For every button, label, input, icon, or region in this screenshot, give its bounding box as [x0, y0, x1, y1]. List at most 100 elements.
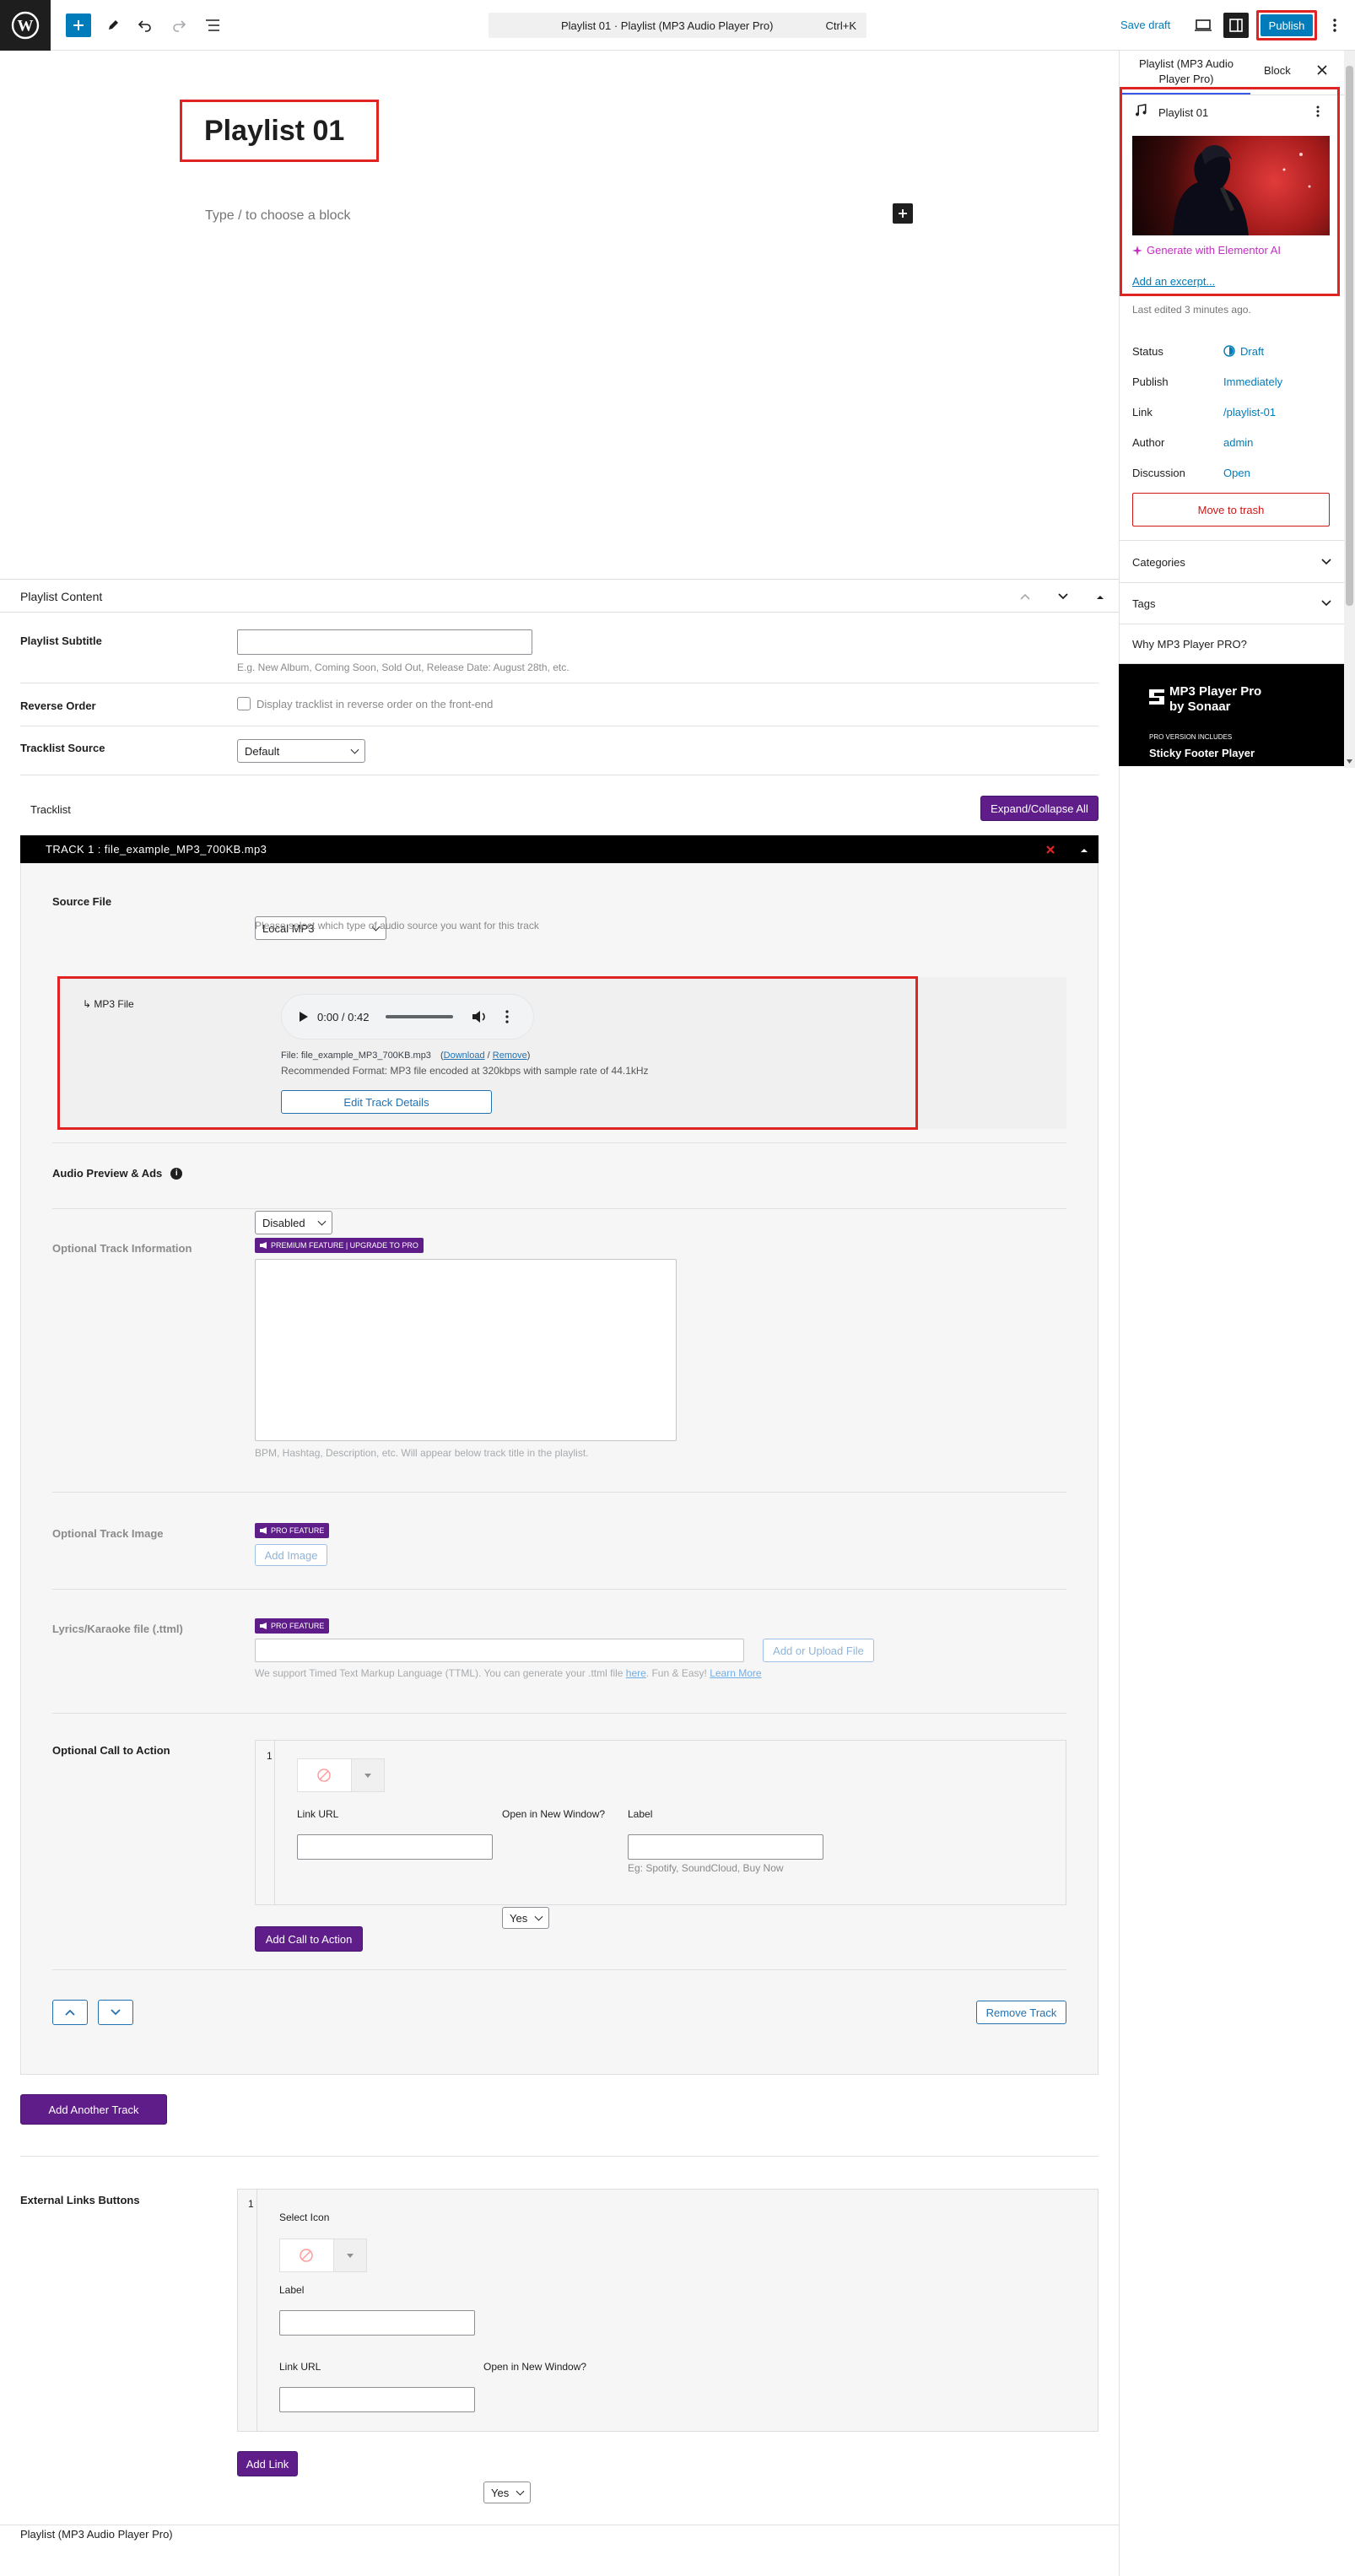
separator: / — [484, 1050, 493, 1061]
featured-image[interactable] — [1132, 136, 1330, 235]
more-options-icon[interactable] — [1326, 14, 1343, 37]
move-up-icon[interactable] — [1017, 588, 1034, 605]
premium-feature-badge[interactable]: PREMIUM FEATURE | UPGRADE TO PRO — [255, 1238, 424, 1253]
audio-player[interactable]: 0:00 / 0:42 — [281, 994, 534, 1040]
audio-preview-select[interactable]: Disabled — [255, 1211, 332, 1234]
settings-sidebar-toggle-icon[interactable] — [1223, 13, 1249, 38]
inserter-plus-icon[interactable] — [893, 203, 913, 224]
divider — [52, 1589, 1066, 1590]
cta-link-url-input[interactable] — [297, 1834, 493, 1860]
learn-more-link[interactable]: Learn More — [710, 1667, 761, 1679]
tab-block[interactable]: Block — [1264, 64, 1291, 77]
seek-bar[interactable] — [386, 1015, 454, 1018]
play-icon[interactable] — [299, 1011, 309, 1023]
sidebar-scroll-thumb[interactable] — [1346, 66, 1353, 606]
link-value[interactable]: /playlist-01 — [1223, 406, 1276, 419]
collapse-track-icon[interactable] — [1077, 842, 1092, 857]
block-placeholder[interactable]: Type / to choose a block — [205, 208, 351, 224]
promo-brand-line2: by Sonaar — [1169, 699, 1231, 714]
delete-track-icon[interactable] — [1043, 842, 1058, 857]
cta-label-input[interactable] — [628, 1834, 823, 1860]
track-header-bar[interactable]: TRACK 1 : file_example_MP3_700KB.mp3 — [20, 835, 1099, 863]
add-image-button[interactable]: Add Image — [255, 1544, 327, 1566]
expand-collapse-all-button[interactable]: Expand/Collapse All — [980, 796, 1099, 821]
track-info-textarea[interactable] — [255, 1259, 677, 1441]
preview-icon[interactable] — [1191, 14, 1215, 37]
mp3-pro-promo[interactable]: MP3 Player Pro by Sonaar PRO VERSION INC… — [1119, 664, 1344, 766]
track-move-up-button[interactable] — [52, 2000, 88, 2025]
author-value[interactable]: admin — [1223, 436, 1253, 449]
ext-link-url-input[interactable] — [279, 2387, 475, 2412]
status-value[interactable]: Draft — [1223, 345, 1264, 358]
ext-new-window-select[interactable]: Yes — [483, 2481, 531, 2503]
megaphone-icon — [260, 1527, 267, 1534]
track-move-down-button[interactable] — [98, 2000, 133, 2025]
move-to-trash-button[interactable]: Move to trash — [1132, 493, 1330, 527]
tracklist-source-label: Tracklist Source — [20, 742, 105, 754]
close-sidebar-icon[interactable] — [1313, 61, 1331, 79]
cta-new-window-select[interactable]: Yes — [502, 1907, 549, 1929]
add-another-track-button[interactable]: Add Another Track — [20, 2094, 167, 2125]
move-down-icon[interactable] — [1055, 588, 1072, 605]
info-icon[interactable]: i — [170, 1167, 183, 1180]
remove-link[interactable]: Remove — [493, 1050, 527, 1061]
publish-button[interactable]: Publish — [1261, 14, 1313, 36]
post-title[interactable]: Playlist 01 — [204, 115, 344, 148]
here-link[interactable]: here — [626, 1667, 646, 1679]
document-overview-icon[interactable] — [201, 14, 224, 37]
wordpress-logo-icon[interactable]: W — [0, 0, 51, 51]
megaphone-icon — [260, 1623, 267, 1629]
kebab-menu-icon[interactable] — [505, 1010, 510, 1023]
volume-icon[interactable] — [472, 1010, 487, 1023]
icon-dropdown-caret-icon[interactable] — [350, 1759, 384, 1791]
pencil-icon[interactable] — [101, 14, 125, 37]
ext-label-field-label: Label — [279, 2284, 305, 2296]
select-icon-label: Select Icon — [279, 2211, 330, 2223]
generate-ai-link[interactable]: Generate with Elementor AI — [1132, 244, 1281, 257]
tracklist-source-select[interactable]: Default — [237, 739, 365, 763]
status-value-text: Draft — [1240, 344, 1265, 358]
footer-breadcrumb[interactable]: Playlist (MP3 Audio Player Pro) — [20, 2528, 173, 2541]
ext-label-input[interactable] — [279, 2310, 475, 2336]
cta-label-help: Eg: Spotify, SoundCloud, Buy Now — [628, 1862, 784, 1874]
post-actions-icon[interactable] — [1311, 103, 1325, 120]
save-draft-button[interactable]: Save draft — [1120, 19, 1170, 31]
collapse-panel-icon[interactable] — [1092, 588, 1109, 605]
tab-post-label: Playlist (MP3 Audio Player Pro) — [1139, 57, 1234, 85]
post-title-highlight: Playlist 01 — [180, 100, 379, 162]
audio-preview-value: Disabled — [262, 1216, 305, 1229]
add-upload-file-button[interactable]: Add or Upload File — [763, 1639, 874, 1662]
subtitle-input[interactable] — [237, 629, 532, 655]
download-link[interactable]: Download — [444, 1050, 485, 1061]
tags-title: Tags — [1132, 597, 1156, 610]
add-excerpt-link[interactable]: Add an excerpt... — [1132, 275, 1215, 288]
divider — [52, 1208, 1066, 1209]
last-edited: Last edited 3 minutes ago. — [1132, 304, 1251, 316]
command-palette-bar[interactable]: Playlist 01 · Playlist (MP3 Audio Player… — [489, 13, 866, 38]
sidebar-scrollbar[interactable] — [1344, 51, 1355, 768]
undo-icon[interactable] — [133, 14, 157, 37]
icon-dropdown-caret-icon[interactable] — [332, 2239, 366, 2271]
metabox-title: Playlist Content — [20, 590, 103, 603]
lyrics-pro-badge[interactable]: PRO FEATURE — [255, 1618, 330, 1634]
lyrics-url-input[interactable] — [255, 1639, 744, 1662]
cta-link-url-label: Link URL — [297, 1808, 339, 1820]
pro-feature-badge[interactable]: PRO FEATURE — [255, 1523, 330, 1538]
cta-index-column — [255, 1740, 275, 1905]
add-cta-button[interactable]: Add Call to Action — [255, 1926, 363, 1952]
add-block-button[interactable] — [66, 14, 91, 37]
cta-icon-picker[interactable] — [297, 1758, 385, 1792]
publish-value[interactable]: Immediately — [1223, 375, 1282, 388]
reverse-order-help: Display tracklist in reverse order on th… — [256, 698, 494, 710]
sidebar-scroll-down-icon[interactable] — [1344, 756, 1355, 766]
discussion-value[interactable]: Open — [1223, 467, 1250, 479]
tags-panel-toggle[interactable]: Tags — [1132, 588, 1331, 618]
reverse-order-checkbox[interactable] — [237, 697, 251, 710]
remove-track-button[interactable]: Remove Track — [976, 2001, 1066, 2024]
redo-icon[interactable] — [167, 14, 191, 37]
ext-new-window-label: Open in New Window? — [483, 2361, 587, 2373]
edit-track-details-button[interactable]: Edit Track Details — [281, 1090, 492, 1114]
add-link-button[interactable]: Add Link — [237, 2451, 298, 2476]
ext-icon-picker[interactable] — [279, 2238, 367, 2272]
categories-panel-toggle[interactable]: Categories — [1132, 547, 1331, 577]
